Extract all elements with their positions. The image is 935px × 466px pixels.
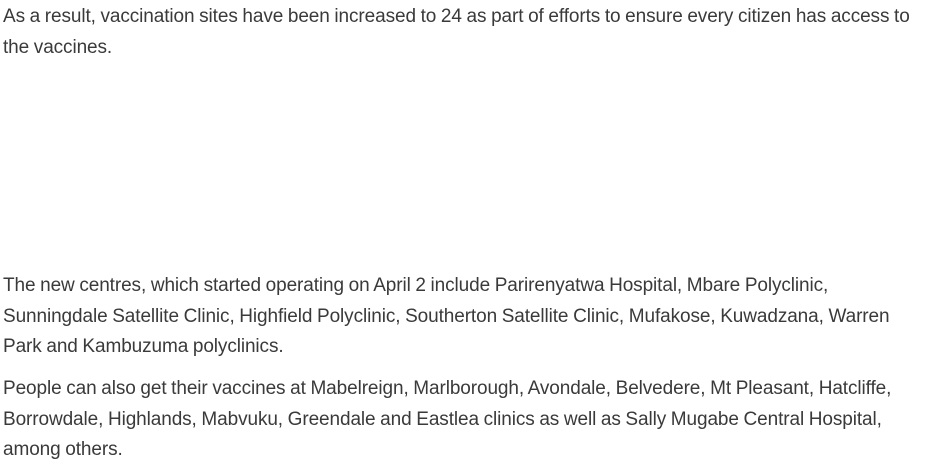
- paragraph-new-centres: The new centres, which started operating…: [3, 275, 890, 357]
- embedded-media-placeholder: [3, 70, 933, 265]
- paragraph-vaccination-sites: As a result, vaccination sites have been…: [3, 6, 910, 58]
- paragraph-other-clinics: People can also get their vaccines at Ma…: [3, 378, 892, 460]
